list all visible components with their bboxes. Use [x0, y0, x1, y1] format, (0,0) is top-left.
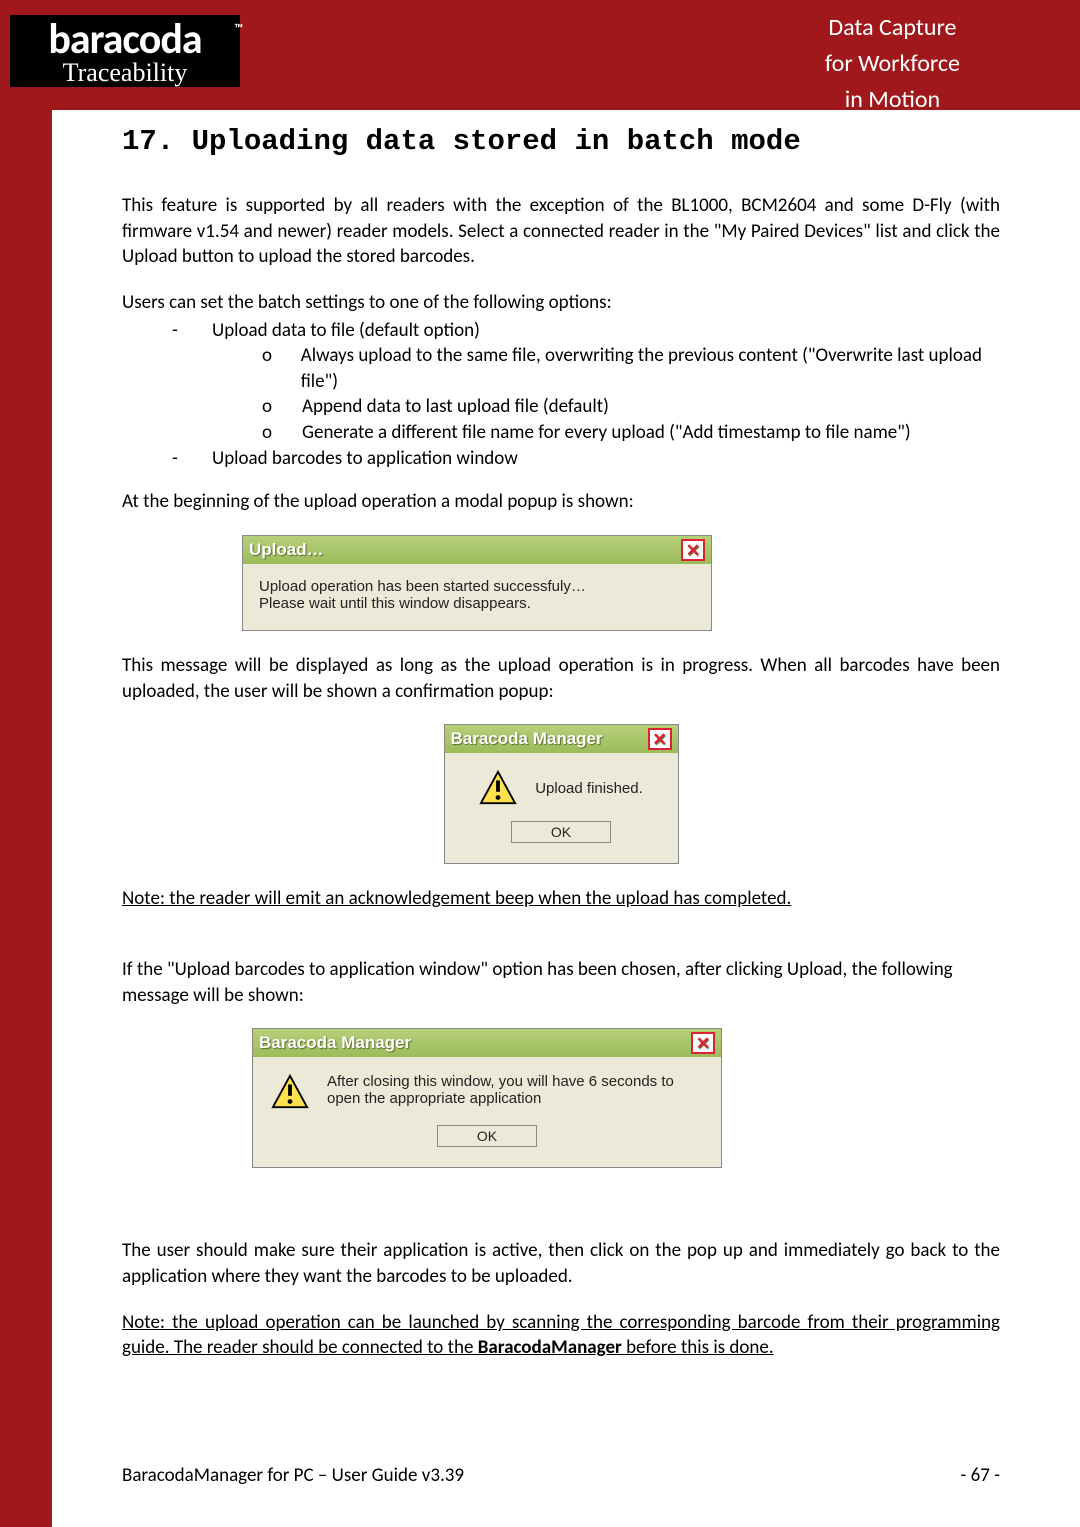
- circle-bullet: o: [247, 420, 302, 446]
- circle-bullet: o: [247, 343, 301, 394]
- list-text: Append data to last upload file (default…: [302, 394, 609, 420]
- upload-finished-dialog: Baracoda Manager ✕ Upload finished. OK: [444, 724, 679, 864]
- paragraph: Users can set the batch settings to one …: [122, 290, 1000, 316]
- ok-button[interactable]: OK: [437, 1125, 537, 1147]
- section-title: Uploading data stored in batch mode: [192, 125, 801, 158]
- paragraph: This message will be displayed as long a…: [122, 653, 1000, 704]
- list-item: o Generate a different file name for eve…: [247, 420, 1000, 446]
- app-window-dialog: Baracoda Manager ✕ After closing this wi…: [252, 1028, 722, 1168]
- tagline-line: for Workforce: [825, 46, 960, 82]
- note-text: Note: the reader will emit an acknowledg…: [122, 886, 1000, 912]
- section-heading: 17. Uploading data stored in batch mode: [122, 125, 1000, 158]
- note-part: before this is done.: [622, 1336, 774, 1359]
- list-text: Generate a different file name for every…: [302, 420, 911, 446]
- dash-bullet: -: [157, 318, 212, 344]
- dialog-title: Baracoda Manager: [259, 1033, 411, 1053]
- paragraph: This feature is supported by all readers…: [122, 193, 1000, 270]
- list-item: - Upload data to file (default option): [157, 318, 1000, 344]
- paragraph: The user should make sure their applicat…: [122, 1238, 1000, 1289]
- dialog-title: Baracoda Manager: [451, 729, 603, 749]
- section-number: 17.: [122, 125, 174, 158]
- dialog-text: Please wait until this window disappears…: [259, 595, 695, 612]
- warning-icon: [479, 769, 517, 807]
- ok-button[interactable]: OK: [511, 821, 611, 843]
- page-content: 17. Uploading data stored in batch mode …: [52, 110, 1080, 1527]
- side-band: [0, 110, 52, 1527]
- close-icon[interactable]: ✕: [681, 539, 705, 561]
- dialog-titlebar: Baracoda Manager ✕: [253, 1029, 721, 1057]
- brand-logo: baracoda™ Traceability: [10, 15, 240, 87]
- footer-page-number: - 67 -: [961, 1464, 1000, 1487]
- list-text: Always upload to the same file, overwrit…: [301, 343, 1000, 394]
- dialog-text: After closing this window, you will have…: [327, 1073, 703, 1107]
- warning-icon: [271, 1073, 309, 1111]
- dialog-titlebar: Baracoda Manager ✕: [445, 725, 678, 753]
- close-icon[interactable]: ✕: [691, 1032, 715, 1054]
- dialog-body: After closing this window, you will have…: [253, 1057, 721, 1167]
- sub-list: o Always upload to the same file, overwr…: [247, 343, 1000, 446]
- circle-bullet: o: [247, 394, 302, 420]
- footer-doc-title: BaracodaManager for PC – User Guide v3.3…: [122, 1464, 464, 1487]
- note-bold: BaracodaManager: [478, 1336, 622, 1359]
- list-item: - Upload barcodes to application window: [157, 446, 1000, 472]
- bullet-list: - Upload data to file (default option) o…: [157, 318, 1000, 472]
- list-item: o Append data to last upload file (defau…: [247, 394, 1000, 420]
- dialog-text: Upload operation has been started succes…: [259, 578, 695, 595]
- list-text: Upload data to file (default option): [212, 318, 480, 344]
- paragraph: If the "Upload barcodes to application w…: [122, 957, 1000, 1008]
- note-text: Note: the upload operation can be launch…: [122, 1310, 1000, 1361]
- tagline-line: Data Capture: [825, 10, 960, 46]
- upload-progress-dialog: Upload… ✕ Upload operation has been star…: [242, 535, 712, 631]
- list-item: o Always upload to the same file, overwr…: [247, 343, 1000, 394]
- trademark-symbol: ™: [234, 23, 242, 35]
- page-footer: BaracodaManager for PC – User Guide v3.3…: [122, 1464, 1000, 1487]
- dash-bullet: -: [157, 446, 212, 472]
- paragraph: At the beginning of the upload operation…: [122, 489, 1000, 515]
- dialog-text: Upload finished.: [535, 780, 643, 797]
- brand-name: baracoda: [48, 14, 201, 65]
- list-text: Upload barcodes to application window: [212, 446, 518, 472]
- close-icon[interactable]: ✕: [648, 728, 672, 750]
- dialog-titlebar: Upload… ✕: [243, 536, 711, 564]
- header-tagline: Data Capture for Workforce in Motion: [825, 10, 960, 118]
- dialog-title: Upload…: [249, 540, 324, 560]
- dialog-body: Upload finished. OK: [445, 753, 678, 863]
- dialog-body: Upload operation has been started succes…: [243, 564, 711, 630]
